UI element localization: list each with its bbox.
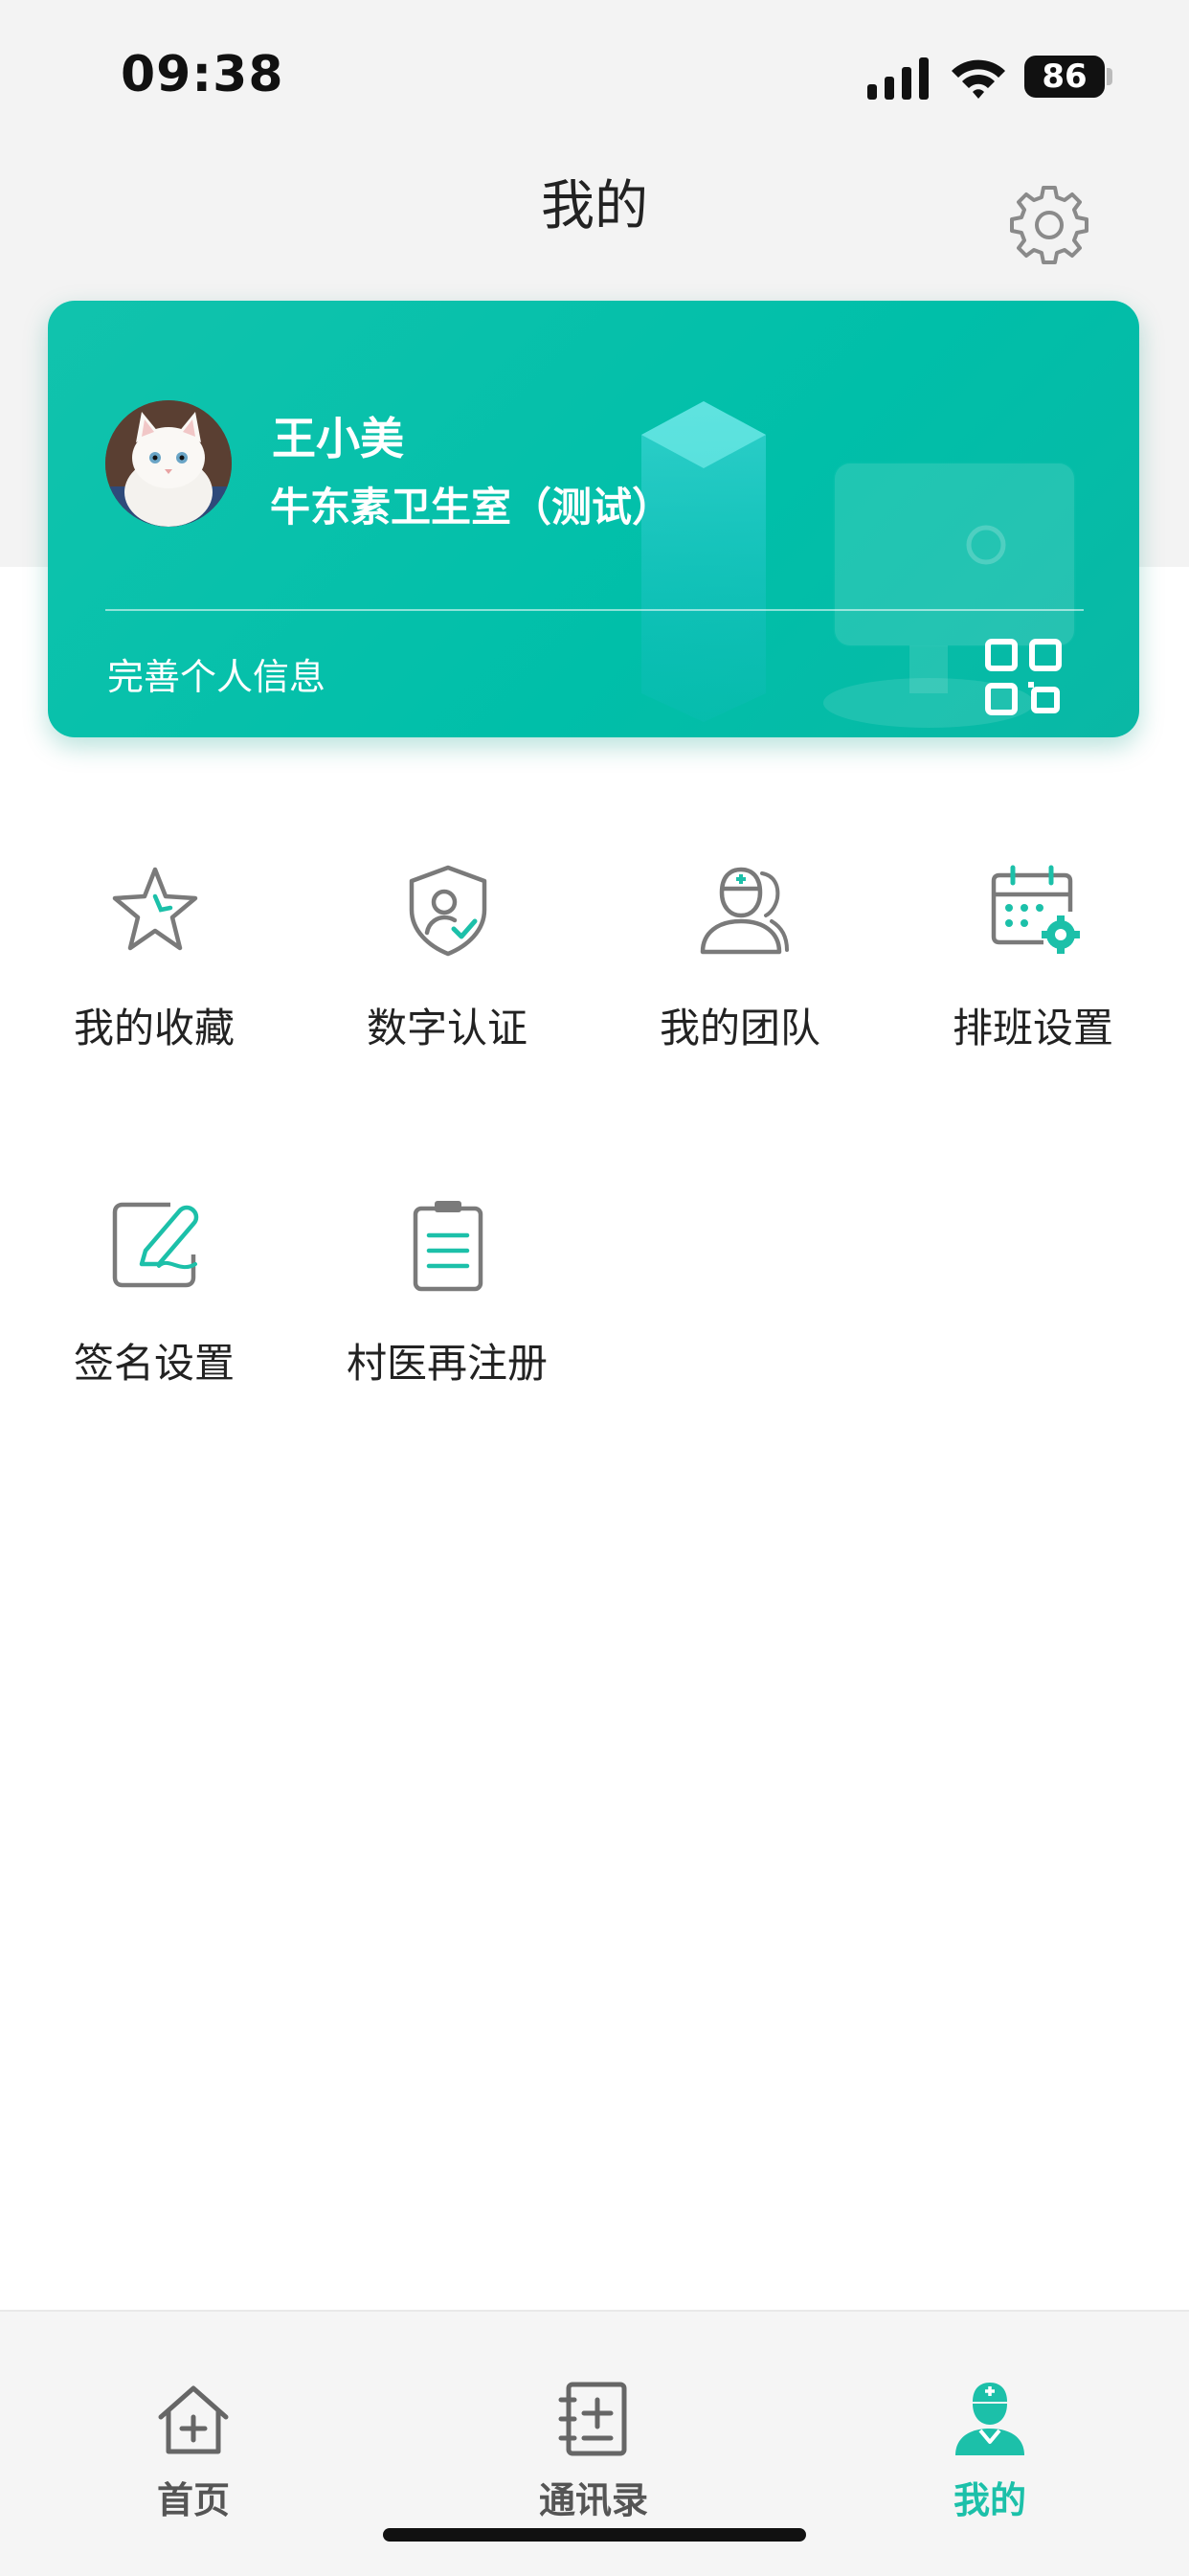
complete-profile-link[interactable]: 完善个人信息 (107, 647, 325, 700)
menu-item-schedule-settings[interactable]: 排班设置 (913, 862, 1153, 1092)
menu-item-favorites[interactable]: 我的收藏 (34, 862, 274, 1092)
menu-item-label: 排班设置 (952, 1005, 1113, 1051)
calendar-gear-icon (991, 865, 1080, 954)
tab-mine[interactable]: 我的 (875, 2379, 1105, 2522)
doctor-profile-icon (955, 2383, 1024, 2455)
menu-item-label: 数字认证 (366, 1005, 527, 1051)
tab-label: 首页 (156, 2479, 230, 2521)
gear-icon[interactable] (1007, 182, 1091, 266)
signature-pen-icon (112, 1202, 199, 1288)
contacts-book-icon (558, 2382, 627, 2456)
tab-contacts[interactable]: 通讯录 (479, 2379, 708, 2522)
home-plus-icon (158, 2385, 229, 2454)
cellular-signal-icon (867, 57, 929, 100)
menu-item-label: 我的团队 (659, 1005, 820, 1051)
card-divider (105, 609, 1084, 611)
menu-item-my-team[interactable]: 我的团队 (620, 862, 860, 1092)
menu-item-village-doctor-reregister[interactable]: 村医再注册 (327, 1197, 567, 1427)
tab-home[interactable]: 首页 (79, 2379, 308, 2522)
tab-label: 我的 (953, 2479, 1026, 2521)
home-indicator (383, 2528, 806, 2542)
wifi-icon (952, 59, 1005, 99)
qr-code-icon[interactable] (984, 638, 1063, 716)
menu-item-label: 我的收藏 (73, 1005, 235, 1051)
cat-avatar-image (105, 400, 232, 527)
user-organization: 牛东素卫生室（测试） (270, 484, 673, 531)
avatar[interactable] (105, 400, 232, 527)
menu-item-signature-settings[interactable]: 签名设置 (34, 1197, 274, 1427)
star-icon (112, 867, 198, 951)
profile-card[interactable]: 王小美 牛东素卫生室（测试） 完善个人信息 (48, 301, 1139, 737)
status-bar: 09:38 86 (0, 0, 1189, 144)
clipboard-list-icon (413, 1201, 483, 1292)
status-time: 09:38 (121, 46, 284, 103)
menu-item-label: 村医再注册 (346, 1340, 548, 1387)
doctor-team-icon (700, 867, 789, 955)
menu-item-digital-cert[interactable]: 数字认证 (327, 862, 567, 1092)
battery-indicator: 86 (1024, 56, 1105, 98)
battery-tip (1107, 68, 1112, 85)
user-name: 王小美 (272, 413, 404, 464)
shield-user-check-icon (409, 865, 487, 957)
menu-item-label: 签名设置 (73, 1340, 235, 1387)
tab-label: 通讯录 (538, 2479, 648, 2521)
